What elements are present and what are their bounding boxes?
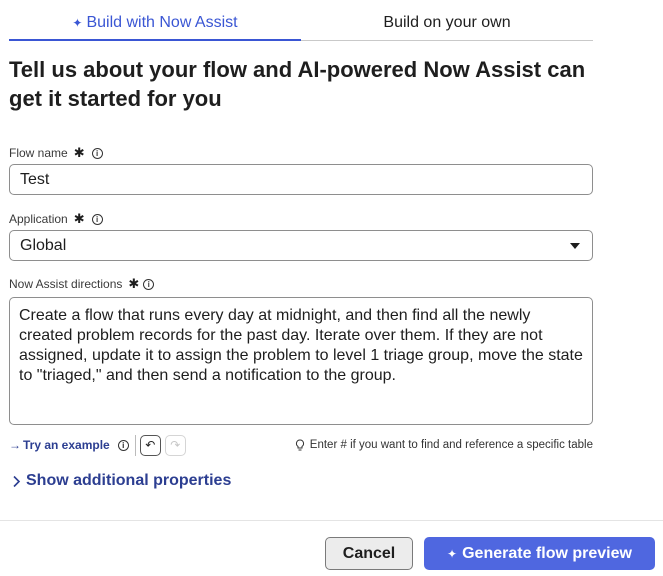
show-more-label: Show additional properties xyxy=(26,472,232,489)
flow-name-label-row: Flow name ✱ i xyxy=(9,145,103,161)
cancel-button[interactable]: Cancel xyxy=(325,537,413,570)
required-asterisk-icon: ✱ xyxy=(128,276,140,291)
application-selected-value: Global xyxy=(20,237,67,254)
generate-flow-preview-button[interactable]: ✦ Generate flow preview xyxy=(424,537,655,570)
info-icon[interactable]: i xyxy=(91,147,103,159)
required-asterisk-icon: ✱ xyxy=(73,145,85,160)
table-reference-hint: Enter # if you want to find and referenc… xyxy=(295,438,593,452)
info-icon[interactable]: i xyxy=(143,278,155,290)
directions-label-row: Now Assist directions ✱ i xyxy=(9,276,155,292)
page-title: Tell us about your flow and AI-powered N… xyxy=(9,57,586,111)
tab-assist-label: Build with Now Assist xyxy=(86,14,238,31)
try-example-link[interactable]: → Try an example xyxy=(9,438,110,452)
info-icon[interactable]: i xyxy=(91,213,103,225)
footer-divider xyxy=(0,520,663,521)
info-icon[interactable]: i xyxy=(117,439,129,451)
helper-row: → Try an example i ↶ ↷ Enter # if you wa… xyxy=(9,432,593,458)
show-additional-properties-toggle[interactable]: Show additional properties xyxy=(12,472,231,490)
flow-name-label: Flow name xyxy=(9,146,68,160)
directions-textarea[interactable]: Create a flow that runs every day at mid… xyxy=(9,297,593,425)
tab-build-on-your-own[interactable]: Build on your own xyxy=(301,8,593,40)
application-select[interactable]: Global xyxy=(9,230,593,261)
sparkle-icon: ✦ xyxy=(72,16,83,30)
try-example-label: Try an example xyxy=(23,438,110,452)
chevron-right-icon xyxy=(13,475,21,487)
redo-button[interactable]: ↷ xyxy=(164,434,186,456)
tab-own-label: Build on your own xyxy=(383,14,511,31)
generate-button-label: Generate flow preview xyxy=(462,544,632,562)
divider xyxy=(134,434,136,456)
directions-label: Now Assist directions xyxy=(9,277,123,291)
arrow-right-icon: → xyxy=(9,438,21,452)
flow-name-input[interactable]: Test xyxy=(9,164,593,195)
hint-text: Enter # if you want to find and referenc… xyxy=(309,439,593,451)
tab-bar: ✦ Build with Now Assist Build on your own xyxy=(9,8,593,41)
undo-button[interactable]: ↶ xyxy=(139,434,161,456)
application-label-row: Application ✱ i xyxy=(9,211,103,227)
tab-build-with-now-assist[interactable]: ✦ Build with Now Assist xyxy=(9,8,301,41)
required-asterisk-icon: ✱ xyxy=(73,211,85,226)
caret-down-icon xyxy=(570,243,580,249)
sparkle-icon: ✦ xyxy=(447,546,458,561)
lightbulb-icon xyxy=(295,438,304,450)
application-label: Application xyxy=(9,212,68,226)
redo-icon: ↷ xyxy=(170,438,181,452)
undo-icon: ↶ xyxy=(145,438,156,452)
